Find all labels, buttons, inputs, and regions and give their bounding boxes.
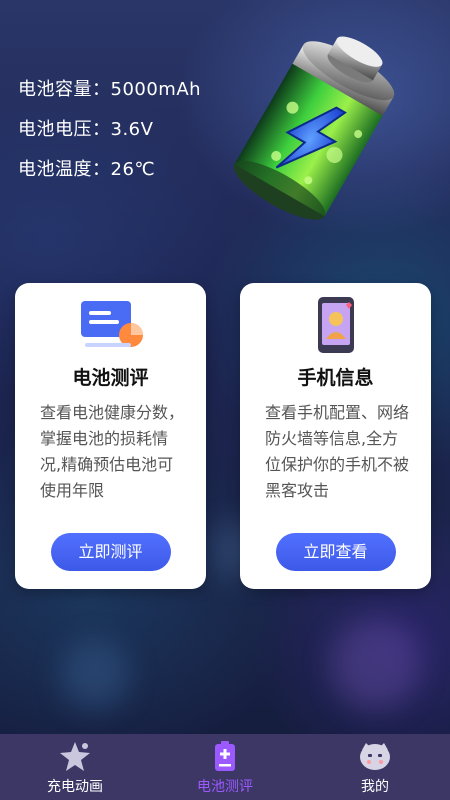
evaluate-now-button[interactable]: 立即测评 bbox=[50, 533, 171, 571]
bottom-tab-bar: 充电动画 电池测评 我的 bbox=[0, 734, 450, 800]
card-title: 手机信息 bbox=[297, 367, 374, 389]
star-icon bbox=[60, 742, 90, 771]
tab-mine[interactable]: 我的 bbox=[300, 734, 450, 800]
battery-voltage: 电池电压：3.6V bbox=[18, 119, 154, 140]
bokeh-light bbox=[60, 640, 130, 710]
view-now-button[interactable]: 立即查看 bbox=[275, 533, 396, 571]
battery-specs: 电池容量：5000mAh 电池电压：3.6V 电池温度：26℃ bbox=[18, 78, 201, 198]
card-description: 查看手机配置、网络防火墙等信息,全方位保护你的手机不被黑客攻击 bbox=[265, 403, 410, 500]
battery-report-card: 电池测评 查看电池健康分数，掌握电池的损耗情况,精确预估电池可使用年限 立即测评 bbox=[15, 283, 206, 589]
battery-illustration bbox=[233, 36, 395, 220]
phone-info-icon bbox=[317, 297, 354, 353]
tab-label: 我的 bbox=[361, 779, 389, 795]
tab-charging-animation[interactable]: 充电动画 bbox=[0, 734, 150, 800]
battery-capacity: 电池容量：5000mAh bbox=[18, 79, 202, 100]
tab-label: 充电动画 bbox=[47, 779, 103, 795]
tab-battery-evaluation[interactable]: 电池测评 bbox=[150, 734, 300, 800]
face-icon bbox=[360, 743, 390, 770]
tab-label: 电池测评 bbox=[197, 779, 253, 795]
battery-temperature: 电池温度：26℃ bbox=[18, 159, 156, 180]
battery-icon bbox=[215, 741, 235, 771]
bokeh-light bbox=[330, 620, 420, 710]
phone-info-card: 手机信息 查看手机配置、网络防火墙等信息,全方位保护你的手机不被黑客攻击 立即查… bbox=[240, 283, 431, 589]
card-description: 查看电池健康分数，掌握电池的损耗情况,精确预估电池可使用年限 bbox=[40, 403, 185, 500]
battery-report-icon bbox=[80, 301, 143, 347]
card-title: 电池测评 bbox=[72, 367, 149, 389]
